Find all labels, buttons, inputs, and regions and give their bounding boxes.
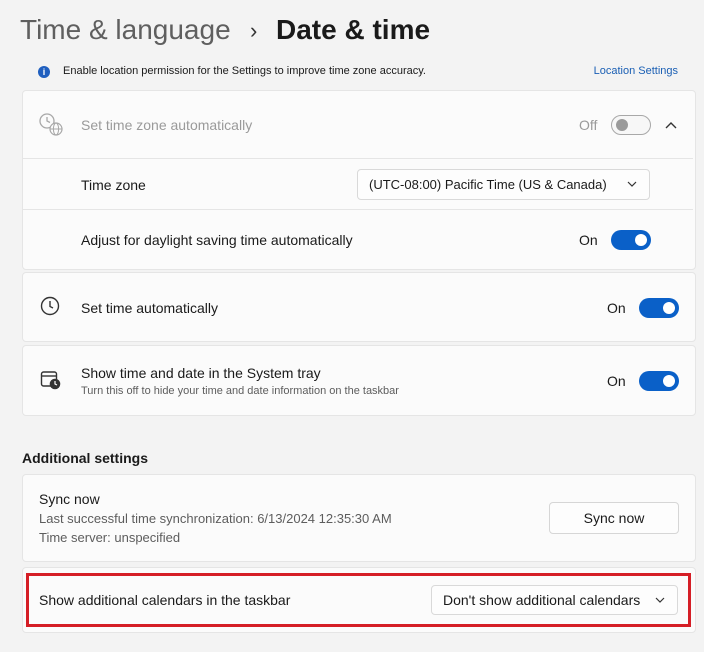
set-time-auto-label: Set time automatically <box>81 300 218 316</box>
sync-now-button[interactable]: Sync now <box>549 502 679 534</box>
set-time-zone-auto-toggle[interactable] <box>611 115 651 135</box>
calendar-clock-icon <box>40 369 62 391</box>
sync-last-time: Last successful time synchronization: 6/… <box>39 511 392 526</box>
system-tray-state: On <box>607 373 626 389</box>
dst-toggle[interactable] <box>611 230 651 250</box>
time-zone-value: (UTC-08:00) Pacific Time (US & Canada) <box>369 177 607 192</box>
system-tray-description: Turn this off to hide your time and date… <box>81 385 399 397</box>
divider <box>23 158 693 159</box>
page-title: Date & time <box>276 14 431 45</box>
dst-label: Adjust for daylight saving time automati… <box>81 232 353 248</box>
time-zone-label: Time zone <box>81 177 146 193</box>
dst-state: On <box>579 232 598 248</box>
divider <box>23 209 693 210</box>
set-time-auto-toggle[interactable] <box>639 298 679 318</box>
location-settings-link[interactable]: Location Settings <box>594 65 678 77</box>
info-icon: i <box>38 66 50 78</box>
calendars-dropdown[interactable]: Don't show additional calendars <box>431 585 678 615</box>
time-zone-dropdown[interactable]: (UTC-08:00) Pacific Time (US & Canada) <box>357 169 650 200</box>
collapse-chevron-icon[interactable] <box>664 118 678 130</box>
time-zone-globe-icon <box>38 112 64 138</box>
chevron-down-icon <box>627 177 637 187</box>
calendars-label: Show additional calendars in the taskbar <box>39 592 291 608</box>
set-time-zone-auto-label: Set time zone automatically <box>81 117 253 133</box>
system-tray-label: Show time and date in the System tray <box>81 365 321 381</box>
breadcrumb-parent[interactable]: Time & language <box>20 14 231 46</box>
breadcrumb-separator-icon: › <box>250 18 258 43</box>
system-tray-toggle[interactable] <box>639 371 679 391</box>
set-time-auto-state: On <box>607 300 626 316</box>
clock-icon <box>40 296 60 316</box>
additional-settings-heading: Additional settings <box>22 450 148 466</box>
set-time-zone-auto-state: Off <box>579 117 598 133</box>
info-message: Enable location permission for the Setti… <box>63 65 426 77</box>
calendars-value: Don't show additional calendars <box>443 592 641 608</box>
sync-title: Sync now <box>39 491 100 507</box>
sync-time-server: Time server: unspecified <box>39 530 181 545</box>
chevron-down-icon <box>655 593 665 603</box>
